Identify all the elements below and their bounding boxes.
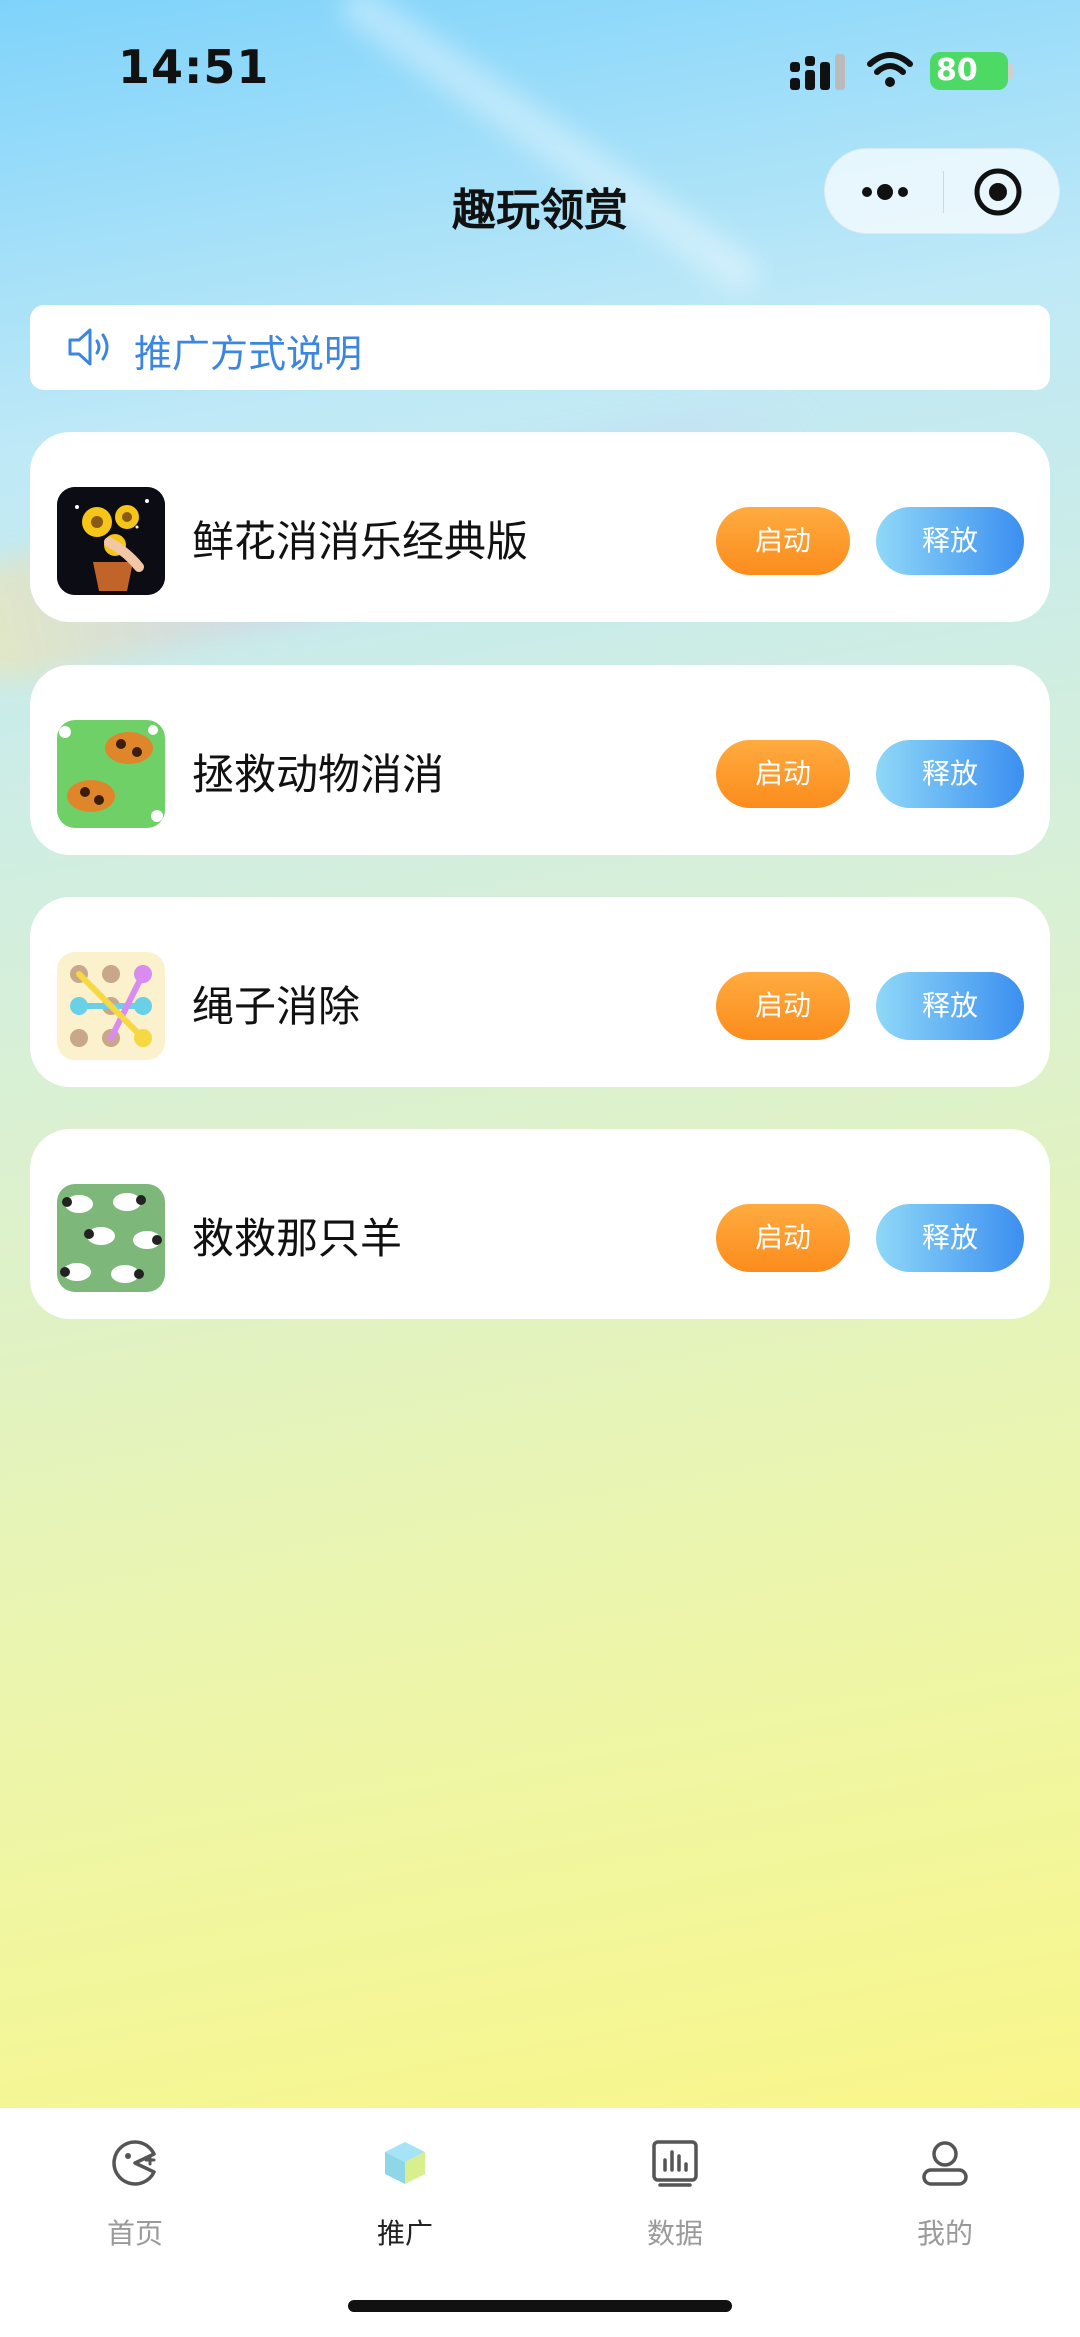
start-button[interactable]: 启动	[716, 740, 850, 808]
cube-icon	[385, 2142, 425, 2184]
start-button[interactable]: 启动	[716, 972, 850, 1040]
release-button[interactable]: 释放	[876, 972, 1024, 1040]
game-icon-flower[interactable]	[57, 487, 165, 595]
game-icon-animal[interactable]	[57, 720, 165, 828]
status-time: 14:51	[118, 40, 270, 94]
game-name: 绳子消除	[192, 982, 361, 1031]
start-button[interactable]: 启动	[716, 507, 850, 575]
game-icon-rope[interactable]	[57, 952, 165, 1060]
tab-promotion[interactable]: 推广	[270, 2128, 540, 2250]
mini-program-capsule	[824, 148, 1060, 234]
game-card: 绳子消除 启动 释放	[30, 897, 1050, 1087]
tab-data[interactable]: 数据	[540, 2128, 810, 2250]
game-card: 拯救动物消消 启动 释放	[30, 665, 1050, 855]
capsule-divider	[943, 171, 944, 213]
release-button[interactable]: 释放	[876, 507, 1024, 575]
speaker-icon	[68, 328, 109, 366]
start-button[interactable]: 启动	[716, 1204, 850, 1272]
cellular-signal-icon	[790, 54, 845, 90]
release-button[interactable]: 释放	[876, 1204, 1024, 1272]
person-icon	[922, 2141, 968, 2186]
more-icon[interactable]	[855, 171, 915, 213]
battery-tail	[1008, 63, 1013, 79]
home-indicator	[348, 2300, 732, 2312]
game-icon-sheep[interactable]	[57, 1184, 165, 1292]
close-target-icon[interactable]	[973, 167, 1023, 217]
tab-label: 首页	[106, 2217, 163, 2250]
game-card: 鲜花消消乐经典版 启动 释放	[30, 432, 1050, 622]
chart-icon	[652, 2140, 698, 2187]
game-controller-icon	[112, 2140, 156, 2186]
tab-mine[interactable]: 我的	[810, 2128, 1080, 2250]
promotion-notice[interactable]: 推广方式说明	[30, 305, 1050, 390]
release-button[interactable]: 释放	[876, 740, 1024, 808]
wifi-icon	[867, 52, 913, 87]
status-bar: 14:51 80	[0, 0, 1080, 140]
tab-label: 数据	[646, 2217, 703, 2250]
battery-level: 80	[930, 52, 1008, 90]
notice-text: 推广方式说明	[134, 332, 363, 376]
game-name: 鲜花消消乐经典版	[192, 517, 529, 566]
tab-label: 推广	[376, 2217, 433, 2250]
game-card: 救救那只羊 启动 释放	[30, 1129, 1050, 1319]
tab-home[interactable]: 首页	[0, 2128, 270, 2250]
tab-label: 我的	[916, 2217, 973, 2250]
game-name: 救救那只羊	[192, 1214, 403, 1263]
game-name: 拯救动物消消	[192, 750, 445, 799]
